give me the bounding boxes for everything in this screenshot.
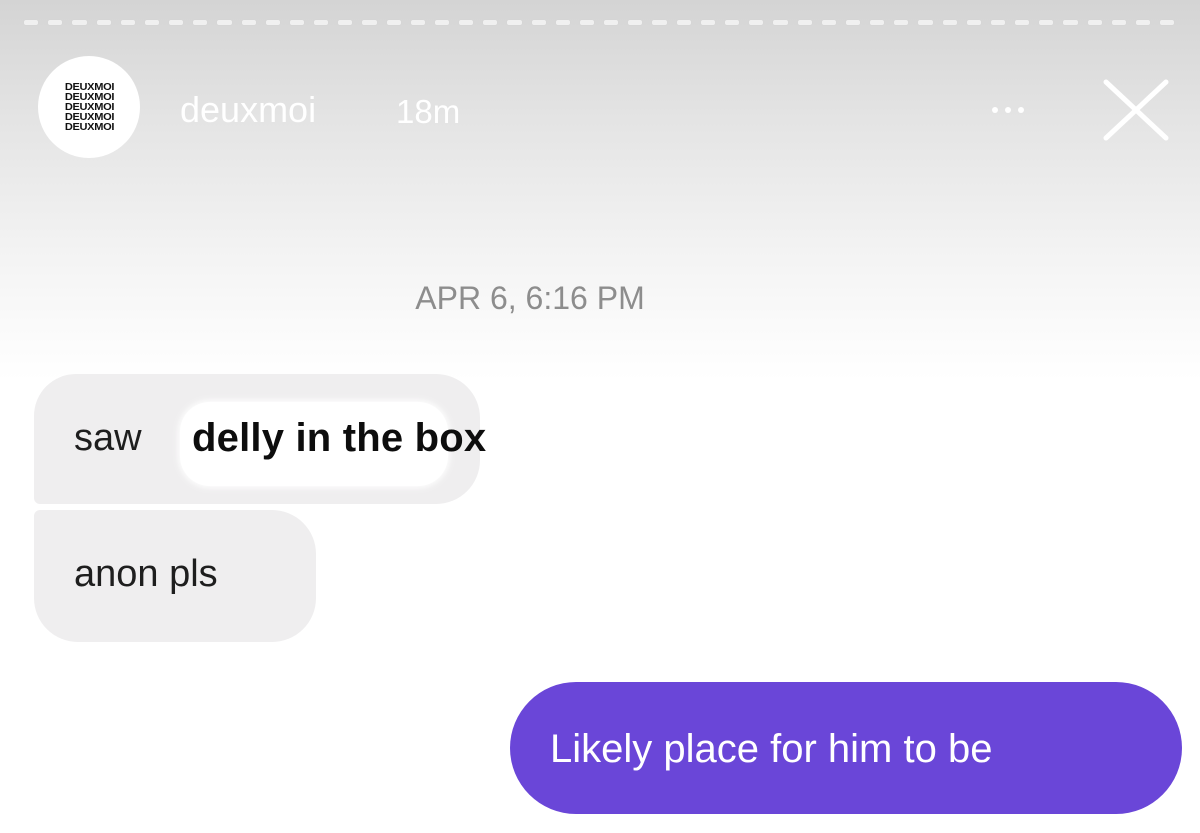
avatar-logo-text: DEUXMOI [64, 121, 114, 133]
progress-segment [894, 20, 909, 25]
progress-segment [483, 20, 498, 25]
progress-segment [821, 20, 836, 25]
overlay-caption: delly in the box [192, 416, 487, 460]
username-link[interactable]: deuxmoi [180, 88, 316, 132]
progress-segment [870, 20, 885, 25]
progress-segment [193, 20, 208, 25]
progress-segment [555, 20, 570, 25]
progress-segment [628, 20, 643, 25]
progress-segment [773, 20, 788, 25]
progress-segment [1111, 20, 1126, 25]
story-progress-bar [24, 20, 1175, 26]
message-text: anon pls [74, 553, 218, 595]
progress-segment [72, 20, 87, 25]
progress-segment [1160, 20, 1175, 25]
incoming-message-bubble: anon pls [34, 510, 316, 642]
progress-segment [120, 20, 135, 25]
progress-segment [96, 20, 111, 25]
progress-segment [362, 20, 377, 25]
progress-segment [1087, 20, 1102, 25]
progress-segment [144, 20, 160, 25]
progress-segment [314, 20, 329, 25]
progress-segment [217, 20, 232, 25]
ellipsis-icon [1005, 107, 1011, 113]
progress-segment [990, 20, 1006, 25]
message-text: saw [74, 417, 142, 459]
message-text: Likely place for him to be [550, 727, 993, 771]
story-timestamp: 18m [396, 93, 461, 130]
progress-segment [265, 20, 280, 25]
progress-segment [579, 20, 595, 25]
progress-segment [918, 20, 933, 25]
progress-segment [169, 20, 184, 25]
progress-segment [604, 20, 619, 25]
progress-segment [386, 20, 401, 25]
progress-segment [338, 20, 353, 25]
ellipsis-icon [1018, 107, 1024, 113]
progress-segment [459, 20, 474, 25]
close-button[interactable] [1100, 78, 1172, 142]
close-icon [1103, 79, 1169, 141]
ellipsis-icon [992, 107, 998, 113]
progress-segment [48, 20, 63, 25]
progress-segment [845, 20, 861, 25]
progress-segment [434, 20, 450, 25]
progress-segment [724, 20, 740, 25]
progress-segment [289, 20, 305, 25]
progress-segment [797, 20, 812, 25]
progress-segment [531, 20, 546, 25]
progress-segment [700, 20, 715, 25]
progress-segment [749, 20, 764, 25]
progress-segment [1135, 20, 1151, 25]
more-options-button[interactable] [978, 88, 1038, 132]
progress-segment [507, 20, 522, 25]
progress-segment [676, 20, 691, 25]
progress-segment [410, 20, 425, 25]
progress-segment [652, 20, 667, 25]
progress-segment [942, 20, 957, 25]
progress-segment [1039, 20, 1054, 25]
progress-segment [1015, 20, 1030, 25]
avatar[interactable]: DEUXMOI DEUXMOI DEUXMOI DEUXMOI DEUXMOI [38, 56, 140, 158]
progress-segment [1063, 20, 1078, 25]
progress-segment [24, 20, 39, 25]
message-date-stamp: APR 6, 6:16 PM [415, 280, 645, 316]
outgoing-message-bubble: Likely place for him to be [510, 682, 1182, 814]
progress-segment [966, 20, 981, 25]
progress-segment [241, 20, 256, 25]
